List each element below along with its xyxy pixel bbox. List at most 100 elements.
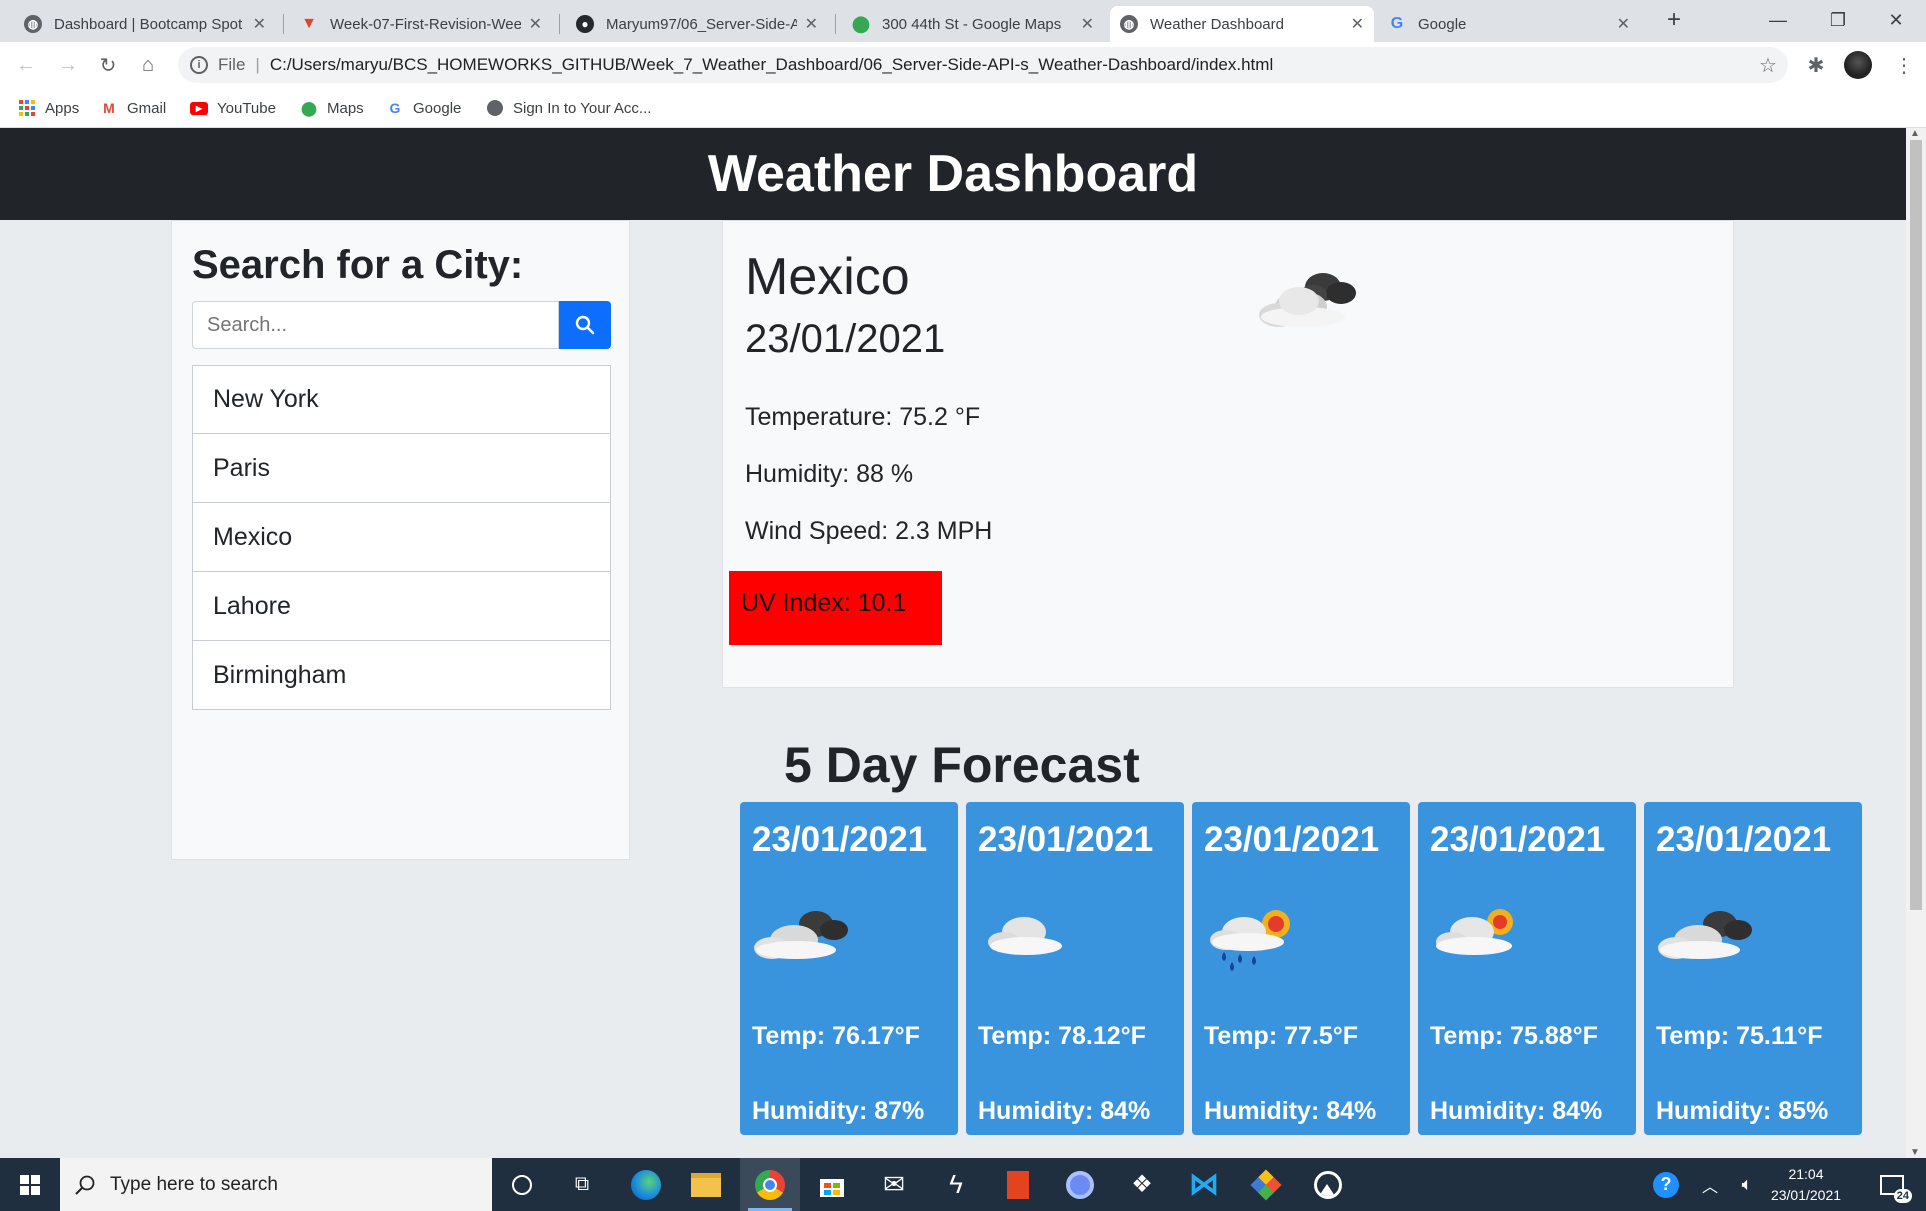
taskbar-app-mail[interactable]: ✉	[864, 1158, 924, 1211]
search-input[interactable]	[192, 301, 559, 349]
taskbar-app-chrome[interactable]	[740, 1158, 800, 1211]
close-tab-icon[interactable]: ✕	[1617, 14, 1630, 34]
page-scrollbar[interactable]: ▲ ▼	[1906, 128, 1926, 1158]
forecast-date: 23/01/2021	[978, 820, 1154, 859]
reload-button[interactable]: ↻	[92, 49, 124, 81]
minimize-button[interactable]: —	[1750, 0, 1806, 40]
bookmark-gmail[interactable]: M Gmail	[100, 96, 166, 120]
city-item-new-york[interactable]: New York	[192, 365, 611, 434]
city-item-mexico[interactable]: Mexico	[192, 503, 611, 572]
cortana-button[interactable]	[492, 1158, 552, 1211]
start-button[interactable]	[0, 1158, 60, 1211]
taskbar-app-office[interactable]	[988, 1158, 1048, 1211]
forecast-card: 23/01/2021 Temp: 78.12°F Humidity: 84%	[966, 802, 1184, 1135]
close-window-button[interactable]: ✕	[1868, 0, 1924, 40]
help-button[interactable]: ?	[1640, 1158, 1692, 1211]
gitlab-icon: ▼	[301, 15, 317, 32]
chrome-icon	[755, 1169, 785, 1200]
tab-google[interactable]: G Google ✕	[1378, 6, 1640, 42]
clock-time: 21:04	[1788, 1166, 1824, 1182]
taskbar-app-file-explorer[interactable]	[676, 1158, 736, 1211]
forecast-title: 5 Day Forecast	[784, 737, 1140, 793]
office-icon	[1007, 1170, 1029, 1199]
notification-icon: 24	[1880, 1174, 1912, 1203]
tab-divider	[835, 14, 836, 34]
taskbar-app-powershell[interactable]: ϟ	[926, 1158, 986, 1211]
taskbar-app-edge[interactable]	[616, 1158, 676, 1211]
tab-google-maps[interactable]: ⬤ 300 44th St - Google Maps ✕	[842, 6, 1104, 42]
tab-bootcamp-spot[interactable]: ◍ Dashboard | Bootcamp Spot ✕	[14, 6, 276, 42]
taskbar-clock[interactable]: 21:04 23/01/2021	[1766, 1164, 1846, 1206]
close-tab-icon[interactable]: ✕	[529, 14, 542, 34]
new-tab-button[interactable]: +	[1646, 0, 1702, 40]
city-item-paris[interactable]: Paris	[192, 434, 611, 503]
close-tab-icon[interactable]: ✕	[805, 14, 818, 34]
tab-github[interactable]: ● Maryum97/06_Server-Side-A ✕	[566, 6, 828, 42]
tab-divider	[559, 14, 560, 34]
volume-button[interactable]: 🔈︎	[1728, 1158, 1766, 1211]
city-item-lahore[interactable]: Lahore	[192, 572, 611, 641]
page-header: Weather Dashboard	[0, 128, 1906, 220]
clock-date: 23/01/2021	[1770, 1187, 1842, 1203]
extensions-icon[interactable]: ✱	[1800, 49, 1832, 81]
tab-title: Week-07-First-Revision-Week	[330, 15, 521, 33]
bookmark-star-icon[interactable]: ☆	[1752, 49, 1784, 81]
taskbar-app-vscode[interactable]: ⋈	[1174, 1158, 1234, 1211]
scroll-up-arrow-icon[interactable]: ▲	[1910, 128, 1920, 139]
forecast-card: 23/01/2021 Temp: 75.88°F Humidity: 84%	[1418, 802, 1636, 1135]
show-hidden-icons-button[interactable]: ︿	[1692, 1158, 1728, 1211]
tab-title: Maryum97/06_Server-Side-A	[606, 15, 797, 33]
forecast-temp: Temp: 75.88°F	[1430, 1022, 1598, 1050]
action-center-button[interactable]: 24	[1866, 1158, 1918, 1211]
bookmark-label: Sign In to Your Acc...	[513, 99, 652, 117]
taskbar-app-git[interactable]	[1236, 1158, 1296, 1211]
broken-clouds-icon	[1652, 902, 1762, 967]
scrollbar-thumb[interactable]	[1910, 140, 1922, 910]
task-view-icon: ⧉	[574, 1173, 590, 1195]
bookmark-maps[interactable]: ⬤ Maps	[300, 96, 364, 120]
volume-icon: 🔈︎	[1741, 1174, 1753, 1194]
tab-title: Dashboard | Bootcamp Spot	[54, 15, 243, 33]
scroll-down-arrow-icon[interactable]: ▼	[1910, 1147, 1920, 1158]
back-button[interactable]: ←	[10, 49, 42, 81]
store-icon	[820, 1178, 844, 1197]
taskbar-app-store[interactable]	[802, 1158, 862, 1211]
taskbar-app-dropbox[interactable]: ❖	[1112, 1158, 1172, 1211]
menu-kebab-icon[interactable]: ⋮	[1888, 49, 1920, 81]
home-button[interactable]: ⌂	[132, 49, 164, 81]
task-view-button[interactable]: ⧉	[552, 1158, 612, 1211]
taskbar-search-box[interactable]: Type here to search	[60, 1158, 492, 1211]
close-tab-icon[interactable]: ✕	[1081, 14, 1094, 34]
forecast-temp: Temp: 76.17°F	[752, 1022, 920, 1050]
chromium-icon	[1066, 1170, 1094, 1199]
tab-title: Weather Dashboard	[1150, 15, 1284, 33]
taskbar-search-placeholder: Type here to search	[110, 1173, 278, 1195]
info-icon[interactable]: i	[190, 56, 208, 74]
profile-avatar[interactable]	[1842, 49, 1874, 81]
restore-button[interactable]: ❐	[1810, 0, 1866, 40]
git-icon	[1250, 1168, 1282, 1201]
cortana-icon	[512, 1174, 532, 1195]
close-tab-icon[interactable]: ✕	[253, 14, 266, 34]
forecast-temp: Temp: 77.5°F	[1204, 1022, 1359, 1050]
bookmark-sign-in[interactable]: Sign In to Your Acc...	[486, 96, 651, 120]
tab-gitlab[interactable]: ▼ Week-07-First-Revision-Week ✕	[290, 6, 552, 42]
search-button[interactable]	[559, 301, 611, 349]
forward-button[interactable]: →	[52, 49, 84, 81]
forecast-date: 23/01/2021	[752, 820, 928, 859]
bookmark-google[interactable]: G Google	[386, 96, 462, 120]
forecast-card: 23/01/2021 Temp: 75.11°F Humidity: 85%	[1644, 802, 1862, 1135]
search-icon	[75, 1175, 95, 1195]
windows-taskbar: Type here to search ⧉ ✉ ϟ ❖ ⋈ ? ︿ 🔈︎ 21:…	[0, 1158, 1926, 1211]
apps-grid-icon	[18, 99, 36, 117]
bookmark-apps[interactable]: Apps	[18, 96, 79, 120]
address-bar[interactable]: i File | C:/Users/maryu/BCS_HOMEWORKS_GI…	[178, 47, 1788, 83]
bookmark-youtube[interactable]: ▶ YouTube	[190, 96, 276, 120]
taskbar-app-chromium[interactable]	[1050, 1158, 1110, 1211]
tab-weather-dashboard[interactable]: ◍ Weather Dashboard ✕	[1110, 6, 1374, 42]
close-tab-icon[interactable]: ✕	[1351, 14, 1364, 34]
forecast-card: 23/01/2021 Temp: 76.17°F Humidity: 87%	[740, 802, 958, 1135]
city-item-birmingham[interactable]: Birmingham	[192, 641, 611, 710]
maps-icon: ⬤	[852, 16, 870, 33]
taskbar-app-photos[interactable]	[1298, 1158, 1358, 1211]
